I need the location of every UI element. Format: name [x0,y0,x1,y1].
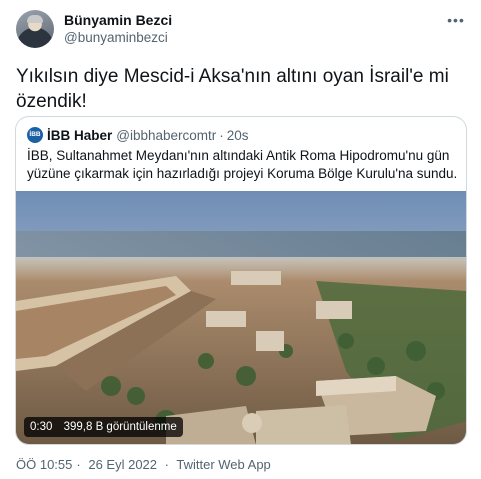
tweet-header: Bünyamin Bezci @bunyaminbezci ••• [16,10,468,50]
tweet-metadata: ÖÖ 10:55 · 26 Eyl 2022 · Twitter Web App [16,457,271,472]
quoted-timestamp[interactable]: 20s [227,128,249,143]
quoted-author-name[interactable]: İBB Haber [47,128,112,143]
separator-dot: · [164,457,169,472]
quoted-tweet-header: İBB İBB Haber @ibbhabercomtr · 20s [27,126,249,144]
tweet-date[interactable]: 26 Eyl 2022 [88,457,157,472]
avatar[interactable] [16,10,54,48]
tweet-timestamp[interactable]: ÖÖ 10:55 [16,457,72,472]
tweet-source[interactable]: Twitter Web App [176,457,270,472]
video-thumbnail [16,191,466,444]
video-info-badge: 0:30 399,8 B görüntülenme [24,417,183,437]
video-view-count: 399,8 B görüntülenme [63,421,177,433]
author-handle[interactable]: @bunyaminbezci [64,29,172,47]
video-player[interactable]: 0:30 399,8 B görüntülenme [16,191,466,444]
tweet-text: Yıkılsın diye Mescid-i Aksa'nın altını o… [16,66,449,112]
separator-dot: · [219,127,224,143]
video-duration: 0:30 [30,421,53,433]
author-block: Bünyamin Bezci @bunyaminbezci [64,11,172,47]
separator-dot: · [76,457,81,472]
ibb-logo-avatar[interactable]: İBB [27,127,43,143]
more-horizontal-icon[interactable]: ••• [446,12,466,28]
quoted-author-handle[interactable]: @ibbhabercomtr [116,128,216,143]
quoted-tweet-text: İBB, Sultanahmet Meydanı'nın altındaki A… [27,148,458,181]
author-name[interactable]: Bünyamin Bezci [64,11,172,29]
quoted-tweet[interactable]: İBB İBB Haber @ibbhabercomtr · 20s İBB, … [15,116,467,445]
